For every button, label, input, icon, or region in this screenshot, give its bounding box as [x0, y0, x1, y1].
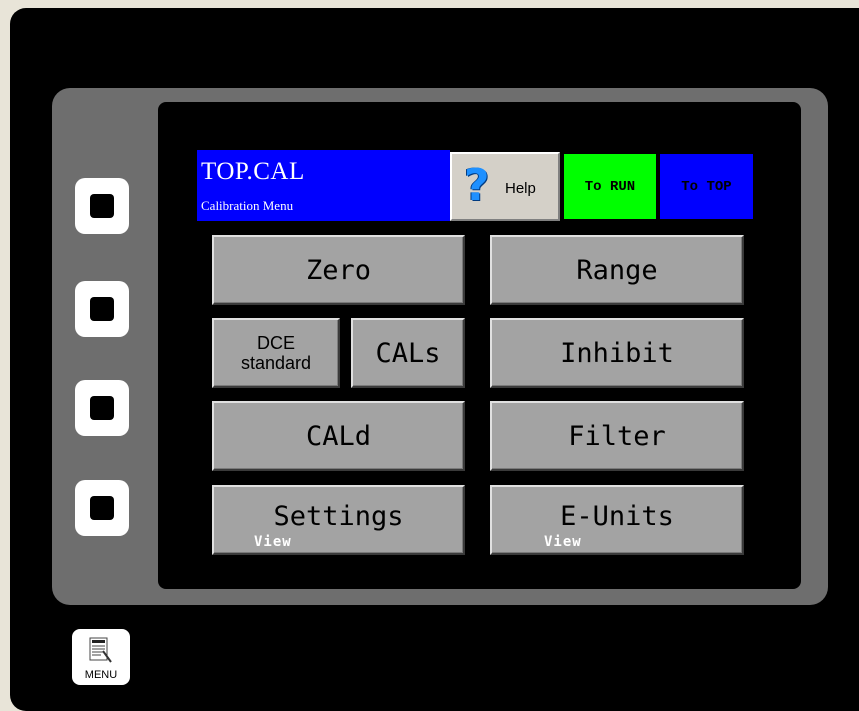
inhibit-label: Inhibit	[560, 337, 674, 369]
range-label: Range	[576, 254, 658, 286]
menu-button[interactable]: MENU	[72, 629, 130, 685]
side-softkey-4[interactable]	[75, 480, 129, 536]
to-run-button[interactable]: To RUN	[562, 152, 658, 221]
question-mark-icon: ?	[464, 160, 490, 211]
e-units-button[interactable]: E-Units View	[490, 485, 744, 555]
menu-document-icon	[89, 637, 112, 663]
inhibit-button[interactable]: Inhibit	[490, 318, 744, 388]
zero-label: Zero	[305, 254, 372, 286]
side-softkey-1[interactable]	[75, 178, 129, 234]
help-label: Help	[505, 180, 536, 197]
cald-button[interactable]: CALd	[212, 401, 465, 471]
settings-button[interactable]: Settings View	[212, 485, 465, 555]
filter-label: Filter	[568, 420, 666, 452]
zero-button[interactable]: Zero	[212, 235, 465, 305]
dce-label-line1: DCE	[256, 333, 295, 353]
softkey-square-icon	[90, 496, 114, 520]
dce-standard-button[interactable]: DCE standard	[212, 318, 340, 388]
range-button[interactable]: Range	[490, 235, 744, 305]
settings-view-label: View	[254, 534, 292, 550]
page-title-box: TOP.CAL Calibration Menu	[197, 150, 450, 221]
e-units-label: E-Units	[560, 500, 674, 532]
softkey-square-icon	[90, 194, 114, 218]
cals-button[interactable]: CALs	[351, 318, 465, 388]
filter-button[interactable]: Filter	[490, 401, 744, 471]
page-title: TOP.CAL	[201, 158, 305, 185]
help-button[interactable]: ? Help	[450, 152, 560, 221]
page-subtitle: Calibration Menu	[201, 198, 294, 213]
side-softkey-2[interactable]	[75, 281, 129, 337]
settings-label: Settings	[273, 500, 404, 532]
menu-label: MENU	[84, 669, 118, 681]
cals-label: CALs	[375, 337, 441, 369]
e-units-view-label: View	[544, 534, 582, 550]
dce-label-line2: standard	[240, 353, 312, 373]
softkey-square-icon	[90, 297, 114, 321]
side-softkey-3[interactable]	[75, 380, 129, 436]
cald-label: CALd	[305, 420, 372, 452]
to-top-button[interactable]: To TOP	[658, 152, 755, 221]
softkey-square-icon	[90, 396, 114, 420]
